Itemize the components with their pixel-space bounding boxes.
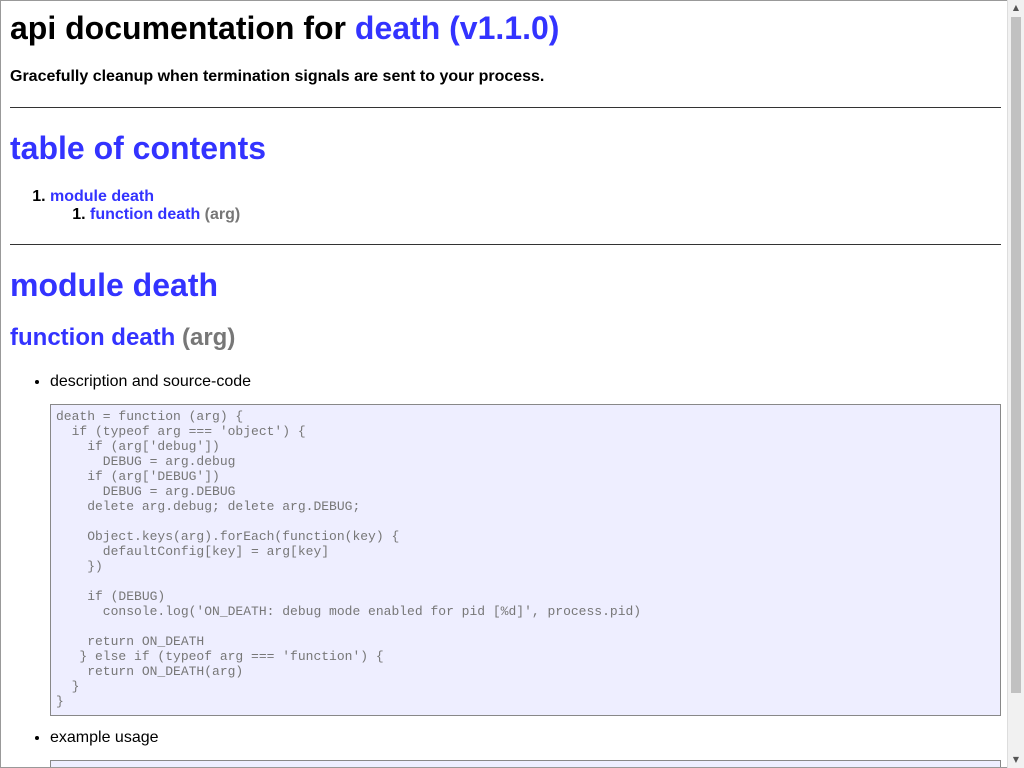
list-item-description: description and source-code death = func… [50,372,1001,716]
scroll-down-arrow-icon[interactable]: ▼ [1008,752,1024,768]
toc-function-link[interactable]: function death [90,206,200,223]
divider [10,107,1001,108]
function-args: (arg) [182,324,236,351]
toc-list: module death function death (arg) [10,188,240,224]
vertical-scrollbar[interactable]: ▲ ▼ [1007,0,1024,768]
toc-item-module: module death function death (arg) [50,188,240,224]
list-item-example: example usage [50,728,1001,767]
document-frame: api documentation for death (v1.1.0) Gra… [0,0,1007,768]
source-code-block: death = function (arg) { if (typeof arg … [50,404,1001,716]
function-details-list: description and source-code death = func… [10,372,1001,767]
scroll-up-arrow-icon[interactable]: ▲ [1008,0,1024,16]
toc-module-link[interactable]: module death [50,188,154,205]
scrollbar-thumb[interactable] [1011,17,1021,693]
module-heading: module death [10,267,219,303]
function-name: function death [10,324,176,351]
divider [10,244,1001,245]
description-label: description and source-code [50,373,252,390]
function-heading: function death (arg) [10,323,235,353]
title-prefix: api documentation for [10,10,355,46]
toc-function-args: (arg) [204,206,241,223]
toc-item-function: function death (arg) [90,206,240,224]
example-code-block [50,760,1001,767]
package-description: Gracefully cleanup when termination sign… [10,68,545,85]
package-version-link[interactable]: death (v1.1.0) [355,10,560,46]
page-title: api documentation for death (v1.1.0) [10,9,559,47]
example-label: example usage [50,729,159,746]
toc-sublist: function death (arg) [50,206,240,224]
toc-heading: table of contents [10,130,267,166]
